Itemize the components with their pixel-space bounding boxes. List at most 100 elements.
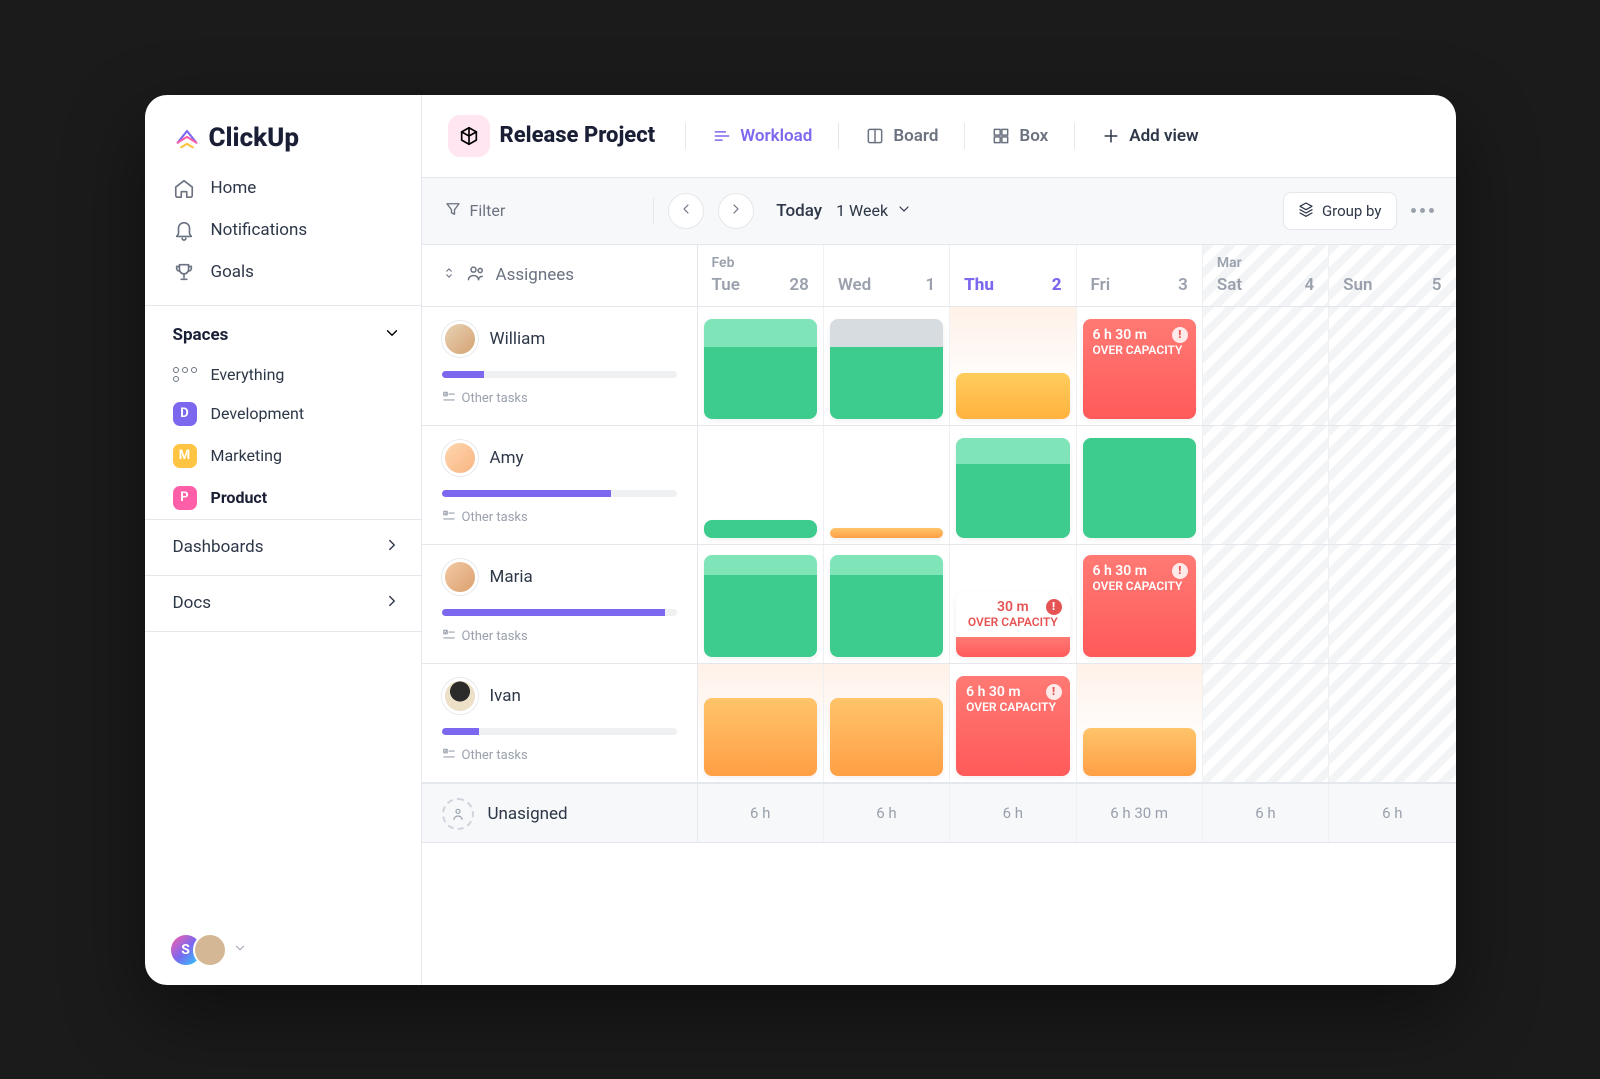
checklist-icon — [442, 509, 456, 527]
workload-cell[interactable] — [1077, 426, 1203, 544]
day-header[interactable]: Thu2 — [950, 245, 1076, 306]
groupby-label: Group by — [1322, 202, 1382, 220]
capacity-bar — [442, 371, 677, 378]
project-icon — [448, 115, 490, 157]
view-tab-label: Box — [1019, 126, 1048, 146]
footer-total: 6 h 30 m — [1077, 784, 1203, 842]
section-label: Docs — [173, 593, 212, 613]
workload-cell[interactable] — [698, 307, 824, 425]
capacity-bar — [442, 490, 677, 497]
workload-cell[interactable] — [824, 307, 950, 425]
capacity-bar — [442, 609, 677, 616]
chevron-left-icon — [678, 201, 694, 221]
day-header[interactable]: Fri3 — [1077, 245, 1203, 306]
workload-cell[interactable] — [698, 426, 824, 544]
filter-button[interactable]: Filter — [444, 200, 506, 222]
assignee-cell[interactable]: William Other tasks — [422, 307, 698, 425]
workload-cell[interactable] — [1329, 664, 1455, 782]
workload-cell[interactable] — [1203, 664, 1329, 782]
workload-cell[interactable] — [698, 664, 824, 782]
user-avatar-stack[interactable]: S — [145, 915, 421, 985]
box-icon — [991, 126, 1011, 146]
footer-total: 6 h — [1203, 784, 1329, 842]
assignee-name: Maria — [490, 567, 533, 587]
workload-cell[interactable] — [950, 307, 1076, 425]
workload-cell[interactable]: 6 h 30 m!OVER CAPACITY — [1077, 307, 1203, 425]
view-tab-board[interactable]: Board — [855, 120, 948, 152]
assignee-cell[interactable]: Maria Other tasks — [422, 545, 698, 663]
workload-cell[interactable] — [824, 545, 950, 663]
footer-total: 6 h — [698, 784, 824, 842]
avatar — [442, 440, 478, 476]
nav-notifications[interactable]: Notifications — [145, 209, 421, 251]
assignee-row: Amy Other tasks — [422, 426, 1456, 545]
checklist-icon — [442, 628, 456, 646]
today-button[interactable]: Today — [776, 201, 822, 221]
brand-name: ClickUp — [209, 123, 300, 153]
home-icon — [173, 177, 195, 199]
workload-cell[interactable]: 6 h 30 m!OVER CAPACITY — [950, 664, 1076, 782]
assignee-cell[interactable]: Unasigned — [422, 784, 698, 842]
brand-logo[interactable]: ClickUp — [145, 95, 421, 167]
app-window: ClickUp Home Notifications Goals Spaces … — [145, 95, 1456, 985]
space-development[interactable]: D Development — [145, 393, 421, 435]
nav-goals[interactable]: Goals — [145, 251, 421, 293]
day-header[interactable]: MarSat4 — [1203, 245, 1329, 306]
day-header[interactable]: FebTue28 — [698, 245, 824, 306]
assignees-header[interactable]: Assignees — [422, 245, 698, 306]
day-header[interactable]: Sun5 — [1329, 245, 1455, 306]
workload-cell[interactable] — [698, 545, 824, 663]
workload-cell[interactable] — [1329, 426, 1455, 544]
day-headers: FebTue28 Wed1 Thu2 Fri3 MarSat4 Sun5 — [698, 245, 1456, 306]
grid-header: Assignees FebTue28 Wed1 Thu2 Fri3 MarSat… — [422, 245, 1456, 307]
groupby-button[interactable]: Group by — [1283, 192, 1397, 230]
add-view-button[interactable]: Add view — [1091, 120, 1208, 152]
main-area: Release Project Workload Board Box Add v… — [422, 95, 1456, 985]
view-tab-workload[interactable]: Workload — [702, 120, 822, 152]
space-everything[interactable]: Everything — [145, 356, 421, 393]
nav-docs[interactable]: Docs — [145, 575, 421, 632]
workload-cell[interactable] — [1203, 307, 1329, 425]
prev-button[interactable] — [668, 193, 704, 229]
workload-cell[interactable] — [1203, 426, 1329, 544]
add-view-label: Add view — [1129, 126, 1198, 146]
nav-home[interactable]: Home — [145, 167, 421, 209]
space-label: Everything — [211, 365, 285, 384]
assignee-cell[interactable]: Ivan Other tasks — [422, 664, 698, 782]
workload-cell[interactable] — [824, 664, 950, 782]
workload-cell[interactable] — [1329, 545, 1455, 663]
assignee-row: William Other tasks 6 h 30 m!OVER CAPACI… — [422, 307, 1456, 426]
spaces-header[interactable]: Spaces — [145, 305, 421, 356]
checklist-icon — [442, 747, 456, 765]
avatar — [442, 321, 478, 357]
workload-cell[interactable] — [1203, 545, 1329, 663]
workload-cell[interactable] — [950, 426, 1076, 544]
nav-dashboards[interactable]: Dashboards — [145, 519, 421, 575]
workload-cell[interactable] — [824, 426, 950, 544]
workload-cell[interactable] — [1329, 307, 1455, 425]
space-product[interactable]: P Product — [145, 477, 421, 519]
day-header[interactable]: Wed1 — [824, 245, 950, 306]
range-label: 1 Week — [836, 201, 888, 220]
workload-cell[interactable]: 6 h 30 m!OVER CAPACITY — [1077, 545, 1203, 663]
capacity-bar — [442, 728, 677, 735]
chevron-down-icon — [233, 940, 247, 959]
view-tab-box[interactable]: Box — [981, 120, 1058, 152]
next-button[interactable] — [718, 193, 754, 229]
workload-cell[interactable] — [1077, 664, 1203, 782]
space-marketing[interactable]: M Marketing — [145, 435, 421, 477]
checklist-icon — [442, 390, 456, 408]
assignee-cell[interactable]: Amy Other tasks — [422, 426, 698, 544]
other-tasks-link[interactable]: Other tasks — [442, 747, 677, 765]
more-menu-button[interactable] — [1411, 208, 1434, 213]
range-select[interactable]: 1 Week — [836, 201, 912, 221]
workload-cell[interactable]: 30 m!OVER CAPACITY — [950, 545, 1076, 663]
everything-icon — [173, 367, 197, 382]
other-tasks-link[interactable]: Other tasks — [442, 390, 677, 408]
other-tasks-link[interactable]: Other tasks — [442, 628, 677, 646]
space-badge: M — [173, 444, 197, 468]
assignee-row: Maria Other tasks 30 m!OVER CAPACITY 6 h… — [422, 545, 1456, 664]
other-tasks-link[interactable]: Other tasks — [442, 509, 677, 527]
nav-label: Notifications — [211, 220, 308, 240]
assignee-name: Ivan — [490, 686, 521, 706]
